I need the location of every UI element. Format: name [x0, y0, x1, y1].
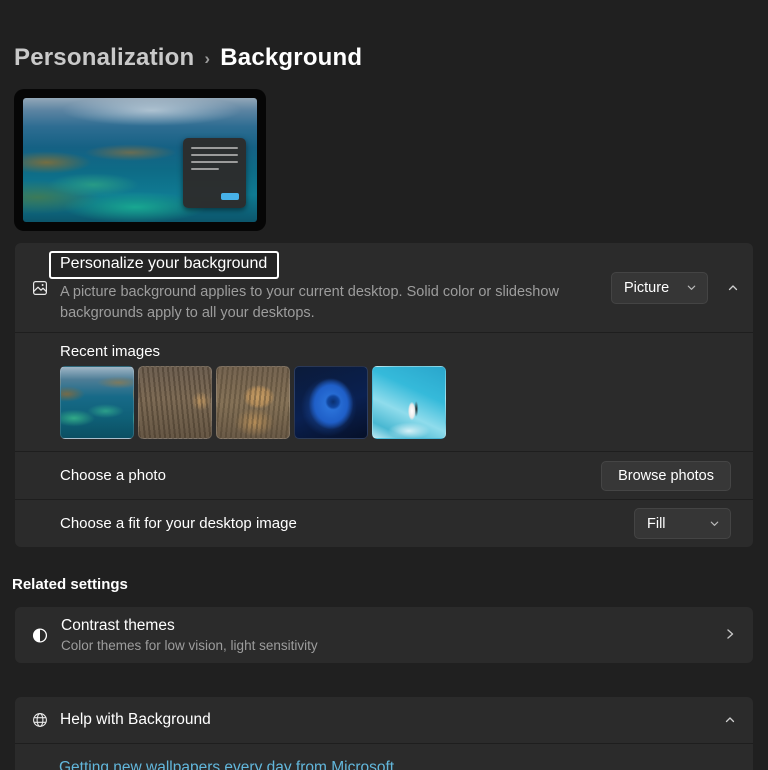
preview-accent-button [221, 193, 239, 200]
picture-icon [32, 280, 48, 296]
recent-images-section: Recent images [15, 333, 753, 451]
help-links-section: Getting new wallpapers every day from Mi… [15, 744, 753, 770]
recent-image-thumbnail[interactable] [372, 366, 446, 439]
chevron-down-icon [686, 282, 697, 293]
choose-fit-label: Choose a fit for your desktop image [60, 515, 297, 532]
personalize-background-description: A picture background applies to your cur… [60, 282, 595, 324]
fit-value: Fill [647, 516, 666, 532]
breadcrumb: Personalization › Background [14, 0, 754, 72]
choose-photo-row: Choose a photo Browse photos [15, 452, 753, 499]
contrast-themes-text: Contrast themes Color themes for low vis… [61, 617, 724, 653]
breadcrumb-separator-icon: › [204, 47, 210, 69]
preview-text-line [191, 147, 238, 149]
chevron-up-icon[interactable] [727, 282, 739, 294]
contrast-themes-subtitle: Color themes for low vision, light sensi… [61, 638, 724, 653]
preview-text-line [191, 154, 238, 156]
help-with-background-card: Help with Background Getting new wallpap… [14, 696, 754, 770]
recent-image-thumbnail[interactable] [138, 366, 212, 439]
chevron-right-icon [724, 627, 736, 644]
keyboard-focus-rect: Personalize your background [49, 251, 279, 279]
settings-background-page: Personalization › Background [0, 0, 768, 770]
personalize-header-text: Personalize your background A picture ba… [60, 251, 595, 324]
preview-text-line [191, 168, 219, 170]
background-preview-image [23, 98, 257, 222]
background-type-value: Picture [624, 280, 669, 296]
preview-text-line [191, 161, 238, 163]
personalize-background-expander[interactable]: Personalize your background A picture ba… [15, 243, 753, 332]
preview-settings-window [183, 138, 246, 208]
contrast-themes-title: Contrast themes [61, 617, 724, 635]
recent-image-thumbnail[interactable] [216, 366, 290, 439]
help-with-background-title: Help with Background [60, 711, 724, 729]
background-type-dropdown[interactable]: Picture [611, 272, 708, 304]
contrast-themes-card[interactable]: Contrast themes Color themes for low vis… [14, 606, 754, 664]
recent-image-thumbnail[interactable] [294, 366, 368, 439]
background-preview-monitor [14, 89, 266, 231]
help-with-background-expander[interactable]: Help with Background [15, 697, 753, 743]
browse-photos-button[interactable]: Browse photos [601, 461, 731, 491]
recent-images-label: Recent images [60, 343, 736, 360]
chevron-down-icon [709, 518, 720, 529]
help-link-getting-new-wallpapers[interactable]: Getting new wallpapers every day from Mi… [59, 759, 394, 770]
recent-images-list [60, 366, 736, 439]
contrast-icon [32, 627, 48, 643]
choose-fit-row: Choose a fit for your desktop image Fill [15, 500, 753, 547]
breadcrumb-personalization[interactable]: Personalization [14, 44, 194, 72]
recent-image-thumbnail[interactable] [60, 366, 134, 439]
chevron-up-icon[interactable] [724, 714, 736, 726]
fit-dropdown[interactable]: Fill [634, 508, 731, 539]
choose-photo-label: Choose a photo [60, 467, 166, 484]
globe-icon [32, 712, 48, 728]
related-settings-header: Related settings [12, 576, 754, 593]
personalize-background-title: Personalize your background [60, 255, 267, 272]
page-title: Background [220, 44, 362, 72]
personalize-background-card: Personalize your background A picture ba… [14, 242, 754, 548]
